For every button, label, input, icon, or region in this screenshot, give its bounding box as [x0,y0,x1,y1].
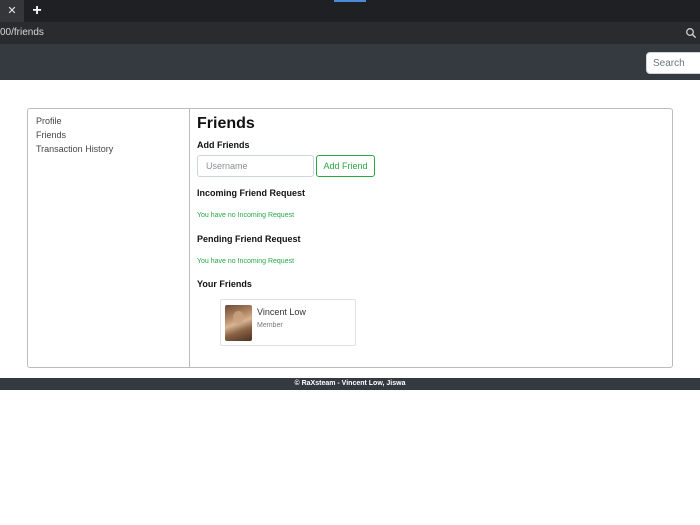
username-input[interactable] [197,155,314,177]
friends-card: Profile Friends Transaction History Frie… [27,108,673,368]
incoming-empty-message: You have no Incoming Request [197,212,295,219]
sidebar-item-profile[interactable]: Profile [36,116,62,126]
add-friend-button[interactable]: Add Friend [316,155,375,177]
magnifier-icon[interactable] [685,27,697,39]
browser-address-bar[interactable]: 00/friends [0,22,700,44]
sidebar: Profile Friends Transaction History [28,109,190,367]
friend-card[interactable]: Vincent Low Member [220,299,356,346]
avatar [225,305,252,341]
browser-tab-bar: ✕ + [0,0,700,22]
your-friends-heading: Your Friends [197,279,252,289]
incoming-request-heading: Incoming Friend Request [197,188,306,198]
sidebar-item-friends[interactable]: Friends [36,130,66,140]
address-url[interactable]: 00/friends [0,22,44,44]
friend-role: Member [257,322,283,329]
page-title: Friends [197,115,255,132]
add-friends-heading: Add Friends [197,140,250,150]
site-footer: © RaXsteam - Vincent Low, Jiswa [0,378,700,390]
new-tab-icon[interactable]: + [29,0,45,22]
pending-request-heading: Pending Friend Request [197,234,301,244]
site-navbar [0,44,700,80]
pending-empty-message: You have no Incoming Request [197,258,295,265]
sidebar-item-transaction-history[interactable]: Transaction History [36,144,113,154]
close-tab-icon[interactable]: ✕ [0,0,24,22]
tab-accent-indicator [334,0,366,2]
search-input[interactable] [646,52,700,74]
friend-name: Vincent Low [257,307,306,317]
